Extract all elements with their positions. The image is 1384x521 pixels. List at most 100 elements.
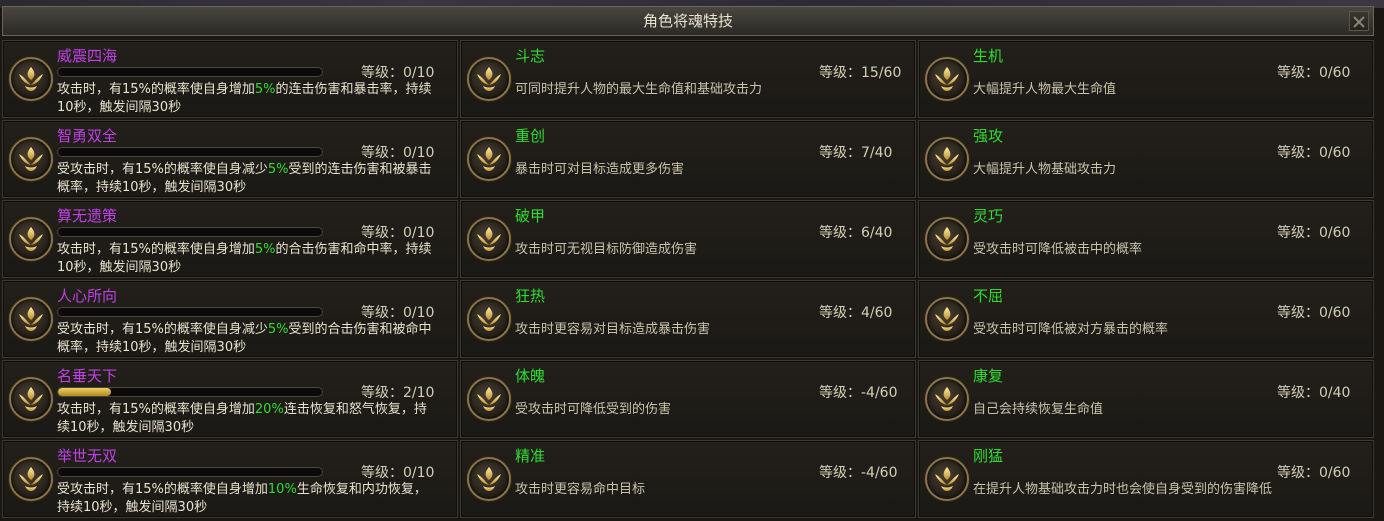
phoenix-emblem-icon (477, 307, 501, 331)
skill-name: 重创 (515, 127, 546, 145)
highlight-value: 5% (267, 162, 289, 177)
skill-description: 自己会持续恢复生命值 (973, 402, 1104, 417)
skill-card[interactable]: 破甲 等级：6/40 攻击时可无视目标防御造成伤害 (460, 200, 916, 278)
skill-level: 等级：2/10 (361, 385, 435, 401)
close-button[interactable] (1349, 11, 1369, 31)
skill-icon[interactable] (467, 297, 511, 341)
skill-card[interactable]: 体魄 等级：-4/60 受攻击时可降低受到的伤害 (460, 360, 916, 438)
skill-card[interactable]: 名垂天下 等级：2/10 攻击时，有15%的概率使自身增加20%连击恢复和怒气恢复，… (2, 360, 458, 438)
phoenix-emblem-icon (935, 147, 959, 171)
skill-description: 受攻击时，有15%的概率使自身减少5%受到的连击伤害和被暴击概率，持续10秒，触… (57, 161, 437, 197)
highlight-value: 5% (267, 322, 289, 337)
skill-card[interactable]: 康复等级：0/40 自己会持续恢复生命值 (918, 360, 1374, 438)
skill-name: 名垂天下 (57, 367, 118, 385)
phoenix-emblem-icon (19, 147, 43, 171)
skill-icon[interactable] (9, 137, 53, 181)
phoenix-emblem-icon (935, 227, 959, 251)
phoenix-emblem-icon (19, 67, 43, 91)
skill-progress-bar (57, 387, 323, 397)
skill-card[interactable]: 智勇双全等级：0/10 受攻击时，有15%的概率使自身减少5%受到的连击伤害和被暴… (2, 120, 458, 198)
skill-card[interactable]: 威震四海 等级：0/10 攻击时，有15%的概率使自身增加5%的连击伤害和暴击率，持… (2, 40, 458, 118)
skill-card[interactable]: 灵巧等级：0/60 受攻击时可降低被击中的概率 (918, 200, 1374, 278)
skill-icon[interactable] (925, 297, 969, 341)
skill-level: 等级：15/60 (819, 65, 902, 81)
highlight-value: 10% (267, 482, 297, 497)
skill-level: 等级：0/10 (361, 65, 435, 81)
skill-level: 等级：0/60 (1277, 145, 1351, 161)
skill-icon[interactable] (467, 377, 511, 421)
skill-icon[interactable] (467, 457, 511, 501)
skill-level: 等级：0/10 (361, 145, 435, 161)
skill-icon[interactable] (925, 457, 969, 501)
skill-icon[interactable] (9, 57, 53, 101)
skill-icon[interactable] (9, 377, 53, 421)
description-text: 攻击时，有15%的概率使自身增加 (57, 82, 255, 97)
skill-level: 等级：0/10 (361, 305, 435, 321)
phoenix-emblem-icon (477, 387, 501, 411)
skill-card[interactable]: 不屈 等级：0/60 受攻击时可降低被对方暴击的概率 (918, 280, 1374, 358)
skill-card[interactable]: 人心所向 等级：0/10 受攻击时，有15%的概率使自身减少5%受到的合击伤害和被命… (2, 280, 458, 358)
phoenix-emblem-icon (477, 147, 501, 171)
skill-description: 攻击时，有15%的概率使自身增加5%的合击伤害和命中率，持续10秒，触发间隔30… (57, 241, 437, 277)
skill-grid: 威震四海 等级：0/10 攻击时，有15%的概率使自身增加5%的连击伤害和暴击率，持… (2, 40, 1374, 518)
skill-level: 等级：0/60 (1277, 305, 1351, 321)
skill-level: 等级：0/10 (361, 465, 435, 481)
skill-icon[interactable] (467, 137, 511, 181)
skill-card[interactable]: 狂热等级：4/60 攻击时更容易对目标造成暴击伤害 (460, 280, 916, 358)
skill-card[interactable]: 重创 等级：7/40 暴击时可对目标造成更多伤害 (460, 120, 916, 198)
skill-name: 康复 (973, 367, 1004, 385)
skill-card[interactable]: 斗志等级：15/60 可同时提升人物的最大生命值和基础攻击力 (460, 40, 916, 118)
phoenix-emblem-icon (477, 227, 501, 251)
description-text: 受攻击时，有15%的概率使自身增加 (57, 482, 268, 497)
highlight-value: 5% (254, 82, 276, 97)
phoenix-emblem-icon (19, 227, 43, 251)
phoenix-emblem-icon (19, 307, 43, 331)
skill-name: 智勇双全 (57, 127, 118, 145)
description-text: 攻击时，有15%的概率使自身增加 (57, 402, 255, 417)
phoenix-emblem-icon (19, 467, 43, 491)
skill-description: 大幅提升人物最大生命值 (973, 82, 1117, 97)
skill-icon[interactable] (467, 57, 511, 101)
phoenix-emblem-icon (935, 467, 959, 491)
skill-icon[interactable] (9, 457, 53, 501)
skill-card[interactable]: 算无遗策等级：0/10 攻击时，有15%的概率使自身增加5%的合击伤害和命中率，持… (2, 200, 458, 278)
skill-description: 攻击时更容易对目标造成暴击伤害 (515, 322, 711, 337)
skill-name: 刚猛 (973, 447, 1004, 465)
phoenix-emblem-icon (477, 467, 501, 491)
skill-description: 可同时提升人物的最大生命值和基础攻击力 (515, 82, 763, 97)
skill-name: 斗志 (515, 47, 546, 65)
skill-level: 等级：0/10 (361, 225, 435, 241)
skill-name: 精准 (515, 447, 546, 465)
skill-card[interactable]: 精准 等级：-4/60 攻击时更容易命中目标 (460, 440, 916, 518)
skill-icon[interactable] (9, 217, 53, 261)
skill-card[interactable]: 强攻 等级：0/60 大幅提升人物基础攻击力 (918, 120, 1374, 198)
skill-level: 等级：0/60 (1277, 225, 1351, 241)
skill-card[interactable]: 生机 等级：0/60 大幅提升人物最大生命值 (918, 40, 1374, 118)
description-text: 受攻击时，有15%的概率使自身减少 (57, 322, 268, 337)
skill-icon[interactable] (925, 137, 969, 181)
skill-description: 攻击时，有15%的概率使自身增加5%的连击伤害和暴击率，持续10秒，触发间隔30… (57, 81, 437, 117)
phoenix-emblem-icon (935, 387, 959, 411)
skill-name: 算无遗策 (57, 207, 118, 225)
phoenix-emblem-icon (477, 67, 501, 91)
skill-description: 攻击时更容易命中目标 (515, 482, 646, 497)
skill-icon[interactable] (925, 57, 969, 101)
skill-card[interactable]: 刚猛 等级：0/60 在提升人物基础攻击力时也会使自身受到的伤害降低 (918, 440, 1374, 518)
skill-progress-fill (58, 388, 111, 396)
skill-icon[interactable] (925, 377, 969, 421)
skill-progress-bar (57, 307, 323, 317)
skill-card[interactable]: 举世无双 等级：0/10 受攻击时，有15%的概率使自身增加10%生命恢复和内功恢复… (2, 440, 458, 518)
highlight-value: 5% (254, 242, 276, 257)
skill-icon[interactable] (925, 217, 969, 261)
skill-level: 等级：4/60 (819, 305, 893, 321)
skill-description: 暴击时可对目标造成更多伤害 (515, 162, 685, 177)
skill-icon[interactable] (467, 217, 511, 261)
skill-level: 等级：0/40 (1277, 385, 1351, 401)
skill-description: 受攻击时可降低被击中的概率 (973, 242, 1143, 257)
skill-name: 狂热 (515, 287, 546, 305)
highlight-value: 20% (254, 402, 284, 417)
skill-level: 等级：0/60 (1277, 65, 1351, 81)
skill-name: 灵巧 (973, 207, 1004, 225)
skill-description: 大幅提升人物基础攻击力 (973, 162, 1117, 177)
skill-icon[interactable] (9, 297, 53, 341)
